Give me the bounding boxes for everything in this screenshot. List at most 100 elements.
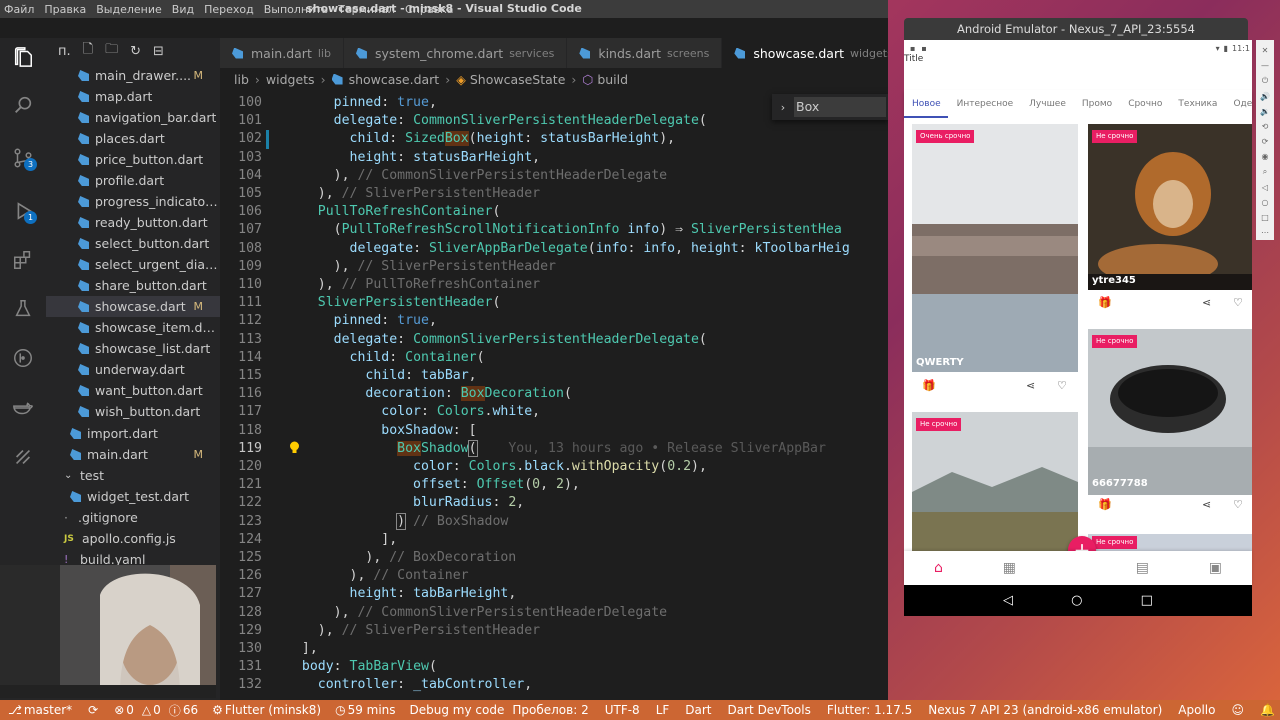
back-side-icon[interactable]: ◁ [1262,183,1268,192]
menu-item[interactable]: Правка [39,3,91,16]
info-count[interactable]: 66 [183,703,198,717]
flutter-version[interactable]: Flutter: 1.17.5 [827,703,912,717]
power-icon[interactable]: ⏻ [1262,76,1268,86]
explorer-file[interactable]: JS apollo.config.js [46,528,220,549]
menu-item[interactable]: Переход [199,3,259,16]
home-circle-icon[interactable]: ○ [1071,593,1082,608]
explorer-file[interactable]: select_urgent_dialo... [46,254,220,275]
showcase-card[interactable]: Не срочно ytre345 🎁 ⋖ ♡ [1088,124,1252,314]
explorer-file[interactable]: main_drawer.... M [46,65,220,86]
menu-item[interactable]: Файл [0,3,39,16]
grid-icon[interactable]: ▦ [1003,560,1016,576]
session-time[interactable]: 59 mins [348,703,396,717]
refresh-icon[interactable]: ↻ [130,44,141,59]
explorer-file[interactable]: widget_test.dart [46,486,220,507]
chevron-right-icon[interactable]: › [772,101,794,114]
indent-setting[interactable]: Пробелов: 2 [512,703,588,717]
explorer-file[interactable]: underway.dart [46,359,220,380]
category-tab[interactable]: Одежда [1225,99,1252,109]
sync-icon[interactable]: ⟳ [88,703,98,717]
find-input[interactable]: Box [794,97,886,117]
showcase-card[interactable]: Очень срочно QWERTY 🎁 ⋖ ♡ [912,124,1078,400]
code-editor[interactable]: 100 pinned: true, 101 delegate: CommonSli… [220,94,888,700]
dart-devtools[interactable]: Dart DevTools [728,703,811,717]
files-icon[interactable] [8,42,38,72]
explorer-file[interactable]: wish_button.dart [46,401,220,422]
menu-item[interactable]: Выделение [91,3,167,16]
source-control-icon[interactable]: 3 [8,143,38,173]
category-tab[interactable]: Срочно [1120,99,1170,109]
explorer-folder[interactable]: ⌄ test [46,465,220,486]
git-graph-icon[interactable] [8,343,38,373]
zoom-icon[interactable]: ⌕ [1263,167,1267,177]
explorer-file[interactable]: progress_indicator.... [46,191,220,212]
breadcrumb-widgets[interactable]: widgets [266,72,315,87]
explorer-file[interactable]: ready_button.dart [46,212,220,233]
breadcrumb-class[interactable]: ShowcaseState [470,72,566,87]
camera-icon[interactable]: ◉ [1262,152,1269,161]
showcase-feed[interactable]: Очень срочно QWERTY 🎁 ⋖ ♡ Не срочно ytre… [904,118,1252,551]
explorer-file[interactable]: showcase_item.dart [46,317,220,338]
extensions-icon[interactable] [8,245,38,275]
category-tab[interactable]: Лучшее [1021,99,1074,109]
chat-icon[interactable]: ▤ [1136,560,1149,576]
encoding[interactable]: UTF-8 [605,703,640,717]
flask-icon[interactable] [8,294,38,324]
error-count[interactable]: 0 [126,703,134,717]
home-icon[interactable]: ⌂ [934,560,943,576]
volume-down-icon[interactable]: 🔉 [1260,107,1270,116]
warning-count[interactable]: 0 [153,703,161,717]
branch-name[interactable]: master* [24,703,72,717]
explorer-file[interactable]: share_button.dart [46,275,220,296]
share-icon[interactable]: ⋖ [1202,296,1211,309]
debug-config[interactable]: Debug my code [410,703,505,717]
menu-item[interactable]: Выполнить [259,3,333,16]
explorer-file[interactable]: showcase_list.dart [46,338,220,359]
showcase-card[interactable]: Не срочно [1088,534,1252,551]
explorer-file[interactable]: select_button.dart [46,233,220,254]
editor-tab[interactable]: main.dart lib [220,38,344,68]
showcase-card[interactable]: Не срочно 66677788 🎁 ⋖ ♡ [1088,329,1252,525]
explorer-file[interactable]: · .gitignore [46,507,220,528]
collapse-all-icon[interactable]: ⊟ [153,44,164,59]
explorer-file[interactable]: showcase.dart M [46,296,220,317]
back-icon[interactable]: ◁ [1003,593,1013,608]
more-icon[interactable]: ⋯ [1261,228,1269,237]
share-icon[interactable]: ⋖ [1202,498,1211,511]
new-folder-icon[interactable]: 🗀 [105,40,118,62]
recents-icon[interactable]: □ [1141,593,1153,608]
gift-icon[interactable]: 🎁 [1098,498,1112,511]
showcase-card[interactable]: Не срочно [912,412,1078,551]
menu-item[interactable]: Вид [167,3,199,16]
rotate-left-icon[interactable]: ⟲ [1262,122,1269,131]
explorer-file[interactable]: navigation_bar.dart [46,107,220,128]
heart-icon[interactable]: ♡ [1233,296,1243,309]
editor-tab[interactable]: kinds.dart screens [567,38,723,68]
flutter-session[interactable]: Flutter (minsk8) [225,703,321,717]
docker-icon[interactable] [8,393,38,423]
explorer-file[interactable]: want_button.dart [46,380,220,401]
explorer-file[interactable]: import.dart [46,423,220,444]
close-icon[interactable]: ✕ [1262,46,1269,55]
home-side-icon[interactable]: ○ [1262,198,1269,207]
breadcrumb-method[interactable]: build [597,72,628,87]
breadcrumb-lib[interactable]: lib [234,72,249,87]
line-ending[interactable]: LF [656,703,670,717]
category-tab[interactable]: Новое [904,99,949,109]
category-tab[interactable]: Интересное [949,99,1022,109]
search-icon[interactable] [8,90,38,120]
liveshare-icon[interactable] [8,442,38,472]
apollo-status[interactable]: Apollo [1178,703,1215,717]
category-tab[interactable]: Промо [1074,99,1120,109]
debug-icon[interactable]: 1 [8,196,38,226]
explorer-file[interactable]: price_button.dart [46,149,220,170]
feedback-icon[interactable]: ☺ [1231,703,1244,717]
share-icon[interactable]: ⋖ [1026,379,1035,392]
rotate-right-icon[interactable]: ⟳ [1262,137,1269,146]
menu-item[interactable]: Терминал [333,3,400,16]
heart-icon[interactable]: ♡ [1057,379,1067,392]
explorer-file[interactable]: main.dart M [46,444,220,465]
bell-icon[interactable]: 🔔 [1260,703,1275,717]
minimize-icon[interactable]: — [1261,61,1269,70]
explorer-file[interactable]: profile.dart [46,170,220,191]
